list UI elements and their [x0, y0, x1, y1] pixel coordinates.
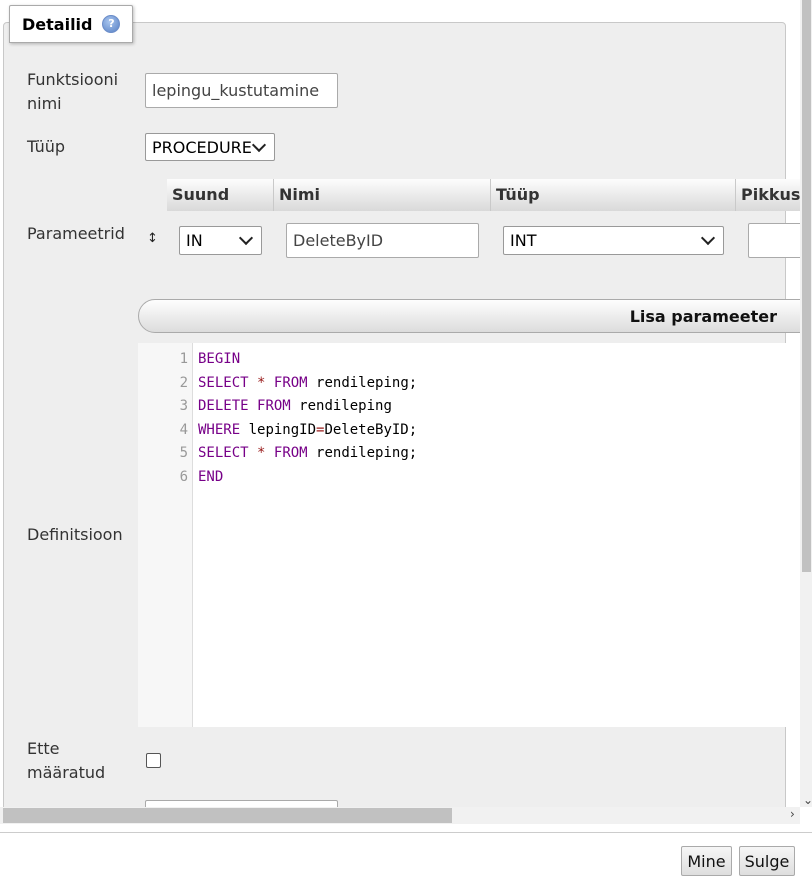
add-parameter-label: Lisa parameeter: [629, 307, 777, 326]
drag-handle-icon[interactable]: ↕: [147, 231, 158, 246]
line-number: 4: [179, 421, 188, 438]
code-line: SELECT * FROM rendileping;: [198, 445, 418, 462]
close-button[interactable]: Sulge: [739, 846, 795, 876]
deterministic-checkbox[interactable]: [146, 753, 161, 768]
param-type-select[interactable]: INT: [503, 226, 724, 255]
line-number: 1: [179, 351, 188, 367]
definition-label: Definitsioon: [27, 525, 123, 544]
deterministic-label: Ette määratud: [27, 739, 106, 782]
code-line: BEGIN: [198, 351, 241, 367]
line-number: 6: [179, 469, 188, 485]
chevron-down-icon: [251, 137, 267, 152]
params-label: Parameetrid: [27, 224, 125, 243]
code-line: SELECT * FROM rendileping;: [198, 374, 418, 391]
code-line: DELETE FROM rendileping: [198, 398, 392, 415]
param-direction-select[interactable]: IN: [179, 226, 262, 255]
next-field-input[interactable]: [145, 800, 338, 807]
line-number: 5: [179, 445, 188, 462]
param-name-input[interactable]: DeleteByID: [286, 223, 479, 258]
param-type-value: INT: [510, 231, 537, 250]
param-length-input[interactable]: [748, 223, 800, 258]
line-number: 3: [179, 398, 188, 415]
params-table-header: Suund Nimi Tüüp Pikkus: [167, 179, 800, 211]
col-type: Tüüp: [491, 179, 736, 211]
scroll-right-arrow-icon[interactable]: ›: [790, 807, 795, 821]
help-icon[interactable]: ?: [102, 15, 121, 33]
line-number: 2: [179, 374, 188, 391]
code-line: WHERE lepingID=DeleteByID;: [198, 421, 418, 438]
add-parameter-button[interactable]: Lisa parameeter: [138, 299, 800, 333]
scroll-down-arrow-icon[interactable]: ⌄: [803, 793, 812, 807]
vertical-scrollbar-thumb[interactable]: [802, 0, 811, 572]
type-select[interactable]: PROCEDURE: [145, 133, 275, 161]
type-select-value: PROCEDURE: [152, 137, 252, 157]
go-button[interactable]: Mine: [681, 846, 732, 876]
col-length: Pikkus: [741, 185, 800, 204]
code-line: END: [198, 469, 224, 485]
legend-title: Detailid: [22, 14, 93, 34]
dialog-content: Detailid ? Funktsiooni nimi lepingu_kust…: [0, 0, 800, 807]
function-name-input[interactable]: lepingu_kustutamine: [145, 73, 338, 108]
horizontal-scrollbar-thumb[interactable]: [3, 808, 452, 823]
function-name-label: Funktsiooni nimi: [27, 70, 119, 113]
type-label: Tüüp: [27, 137, 66, 156]
code-editor[interactable]: 1 BEGIN 2 SELECT * FROM rendileping; 3 DELETE…: [138, 343, 800, 727]
details-legend: Detailid ?: [9, 5, 134, 43]
chevron-down-icon: [700, 230, 716, 246]
col-direction: Suund: [167, 179, 274, 211]
chevron-down-icon: [238, 230, 254, 246]
col-name: Nimi: [274, 179, 491, 211]
param-direction-value: IN: [186, 231, 203, 250]
